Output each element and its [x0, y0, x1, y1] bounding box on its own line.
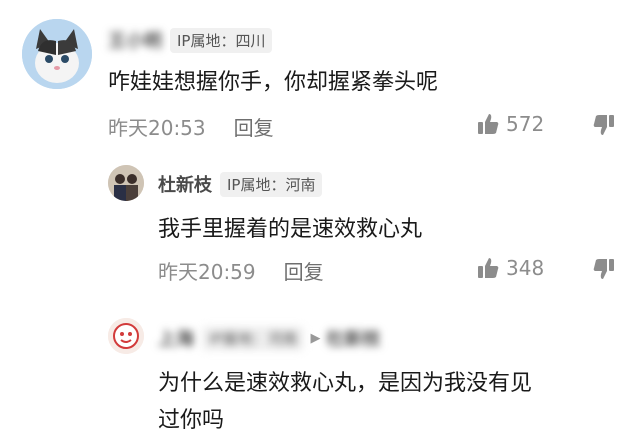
cartoon-avatar[interactable]: [108, 318, 144, 354]
reply-button[interactable]: 回复: [234, 112, 274, 141]
timestamp: 昨天20:59: [158, 260, 256, 284]
thumbs-up-icon: [478, 258, 499, 278]
comment-3-name-row: 上海 IP属地：河南 ▶ 杜新枝: [158, 325, 380, 351]
reply-to-username[interactable]: 杜新枝: [326, 325, 380, 351]
reply-button[interactable]: 回复: [284, 256, 324, 285]
like-count: 572: [506, 112, 545, 136]
comment-2-name-row: 杜新枝 IP属地：河南: [158, 171, 323, 197]
comment-text: 我手里握着的是速效救心丸: [158, 217, 423, 242]
thumbs-down-icon: [593, 259, 614, 279]
dislike-button[interactable]: [592, 113, 616, 141]
like-button[interactable]: 572: [476, 112, 544, 136]
ip-location-tag: IP属地：河南: [202, 325, 305, 351]
kitten-avatar[interactable]: [22, 19, 92, 89]
thumbs-up-icon: [478, 114, 499, 134]
comment-text-line-1: 为什么是速效救心丸，是因为我没有见: [158, 371, 533, 396]
dislike-button[interactable]: [592, 257, 616, 285]
comment-text-line-2: 过你吗: [158, 408, 225, 433]
timestamp: 昨天20:53: [108, 116, 206, 140]
ip-location-tag: IP属地：河南: [220, 171, 323, 197]
comment-2-meta: 昨天20:59 回复: [158, 256, 324, 285]
comment-text: 咋娃娃想握你手，你却握紧拳头呢: [108, 70, 439, 95]
like-button[interactable]: 348: [476, 256, 544, 280]
thumbs-down-icon: [593, 115, 614, 135]
username[interactable]: 上海: [158, 325, 194, 351]
username[interactable]: 杜新枝: [158, 171, 212, 197]
like-count: 348: [506, 256, 545, 280]
reply-arrow-icon: ▶: [310, 330, 321, 346]
comment-1-name-row: 王小明 IP属地：四川: [108, 27, 273, 53]
username[interactable]: 王小明: [108, 27, 162, 53]
ip-location-tag: IP属地：四川: [170, 27, 273, 53]
couple-photo-avatar[interactable]: [108, 165, 144, 201]
comment-1-meta: 昨天20:53 回复: [108, 112, 274, 141]
